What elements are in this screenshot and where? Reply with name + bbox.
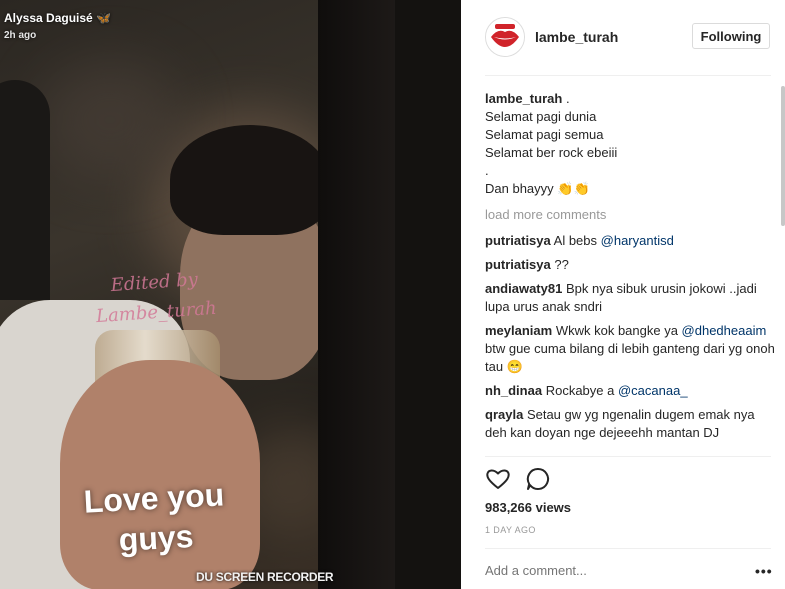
- bokeh-light: [40, 60, 180, 180]
- following-button[interactable]: Following: [692, 23, 770, 49]
- view-count: 983,266 views: [485, 500, 572, 515]
- caption-line: Selamat pagi semua: [485, 127, 604, 142]
- lips-logo-icon: [486, 18, 524, 56]
- background-person: [0, 80, 50, 300]
- comment-item: andiawaty81 Bpk nya sibuk urusin jokowi …: [485, 280, 775, 316]
- avatar[interactable]: [485, 17, 525, 57]
- post-caption: lambe_turah . Selamat pagi dunia Selamat…: [485, 90, 775, 198]
- comment-username[interactable]: putriatisya: [485, 257, 551, 272]
- comment-text: ??: [554, 257, 569, 272]
- comment-icon: [526, 467, 550, 490]
- comment-mention[interactable]: @cacanaa_: [618, 383, 688, 398]
- watermark: Edited by Lambe_turah: [95, 269, 218, 328]
- comment-button[interactable]: [525, 466, 551, 492]
- caption-line: Selamat pagi dunia: [485, 109, 597, 124]
- post-media[interactable]: Alyssa Daguisé 🦋 2h ago Edited by Lambe_…: [0, 0, 461, 589]
- comment-username[interactable]: nh_dinaa: [485, 383, 542, 398]
- comments-divider: [485, 456, 771, 457]
- dark-edge: [395, 0, 461, 589]
- comment-mention[interactable]: @haryantisd: [601, 233, 674, 248]
- like-button[interactable]: [485, 466, 511, 492]
- comment-item: putriatisya Al bebs @haryantisd: [485, 232, 775, 250]
- comment-username[interactable]: meylaniam: [485, 323, 552, 338]
- footer-divider: [485, 548, 771, 549]
- butterfly-icon: 🦋: [96, 11, 112, 25]
- story-poster-name: Alyssa Daguisé 🦋: [4, 11, 112, 25]
- video-caption: Love you guys: [82, 476, 226, 558]
- comment-item: qrayla Setau gw yg ngenalin dugem emak n…: [485, 406, 775, 442]
- hair: [170, 125, 330, 235]
- heart-icon: [486, 469, 510, 489]
- comments-scrollbar[interactable]: [781, 86, 785, 226]
- comment-item: meylaniam Wkwk kok bangke ya @dhedheaaim…: [485, 322, 775, 376]
- comment-text: Wkwk kok bangke ya: [555, 323, 682, 338]
- comment-username[interactable]: putriatisya: [485, 233, 551, 248]
- comment-item: putriatisya ??: [485, 256, 775, 274]
- header-username[interactable]: lambe_turah: [535, 29, 618, 45]
- post-sidebar: lambe_turah Following lambe_turah . Sela…: [461, 0, 785, 589]
- comment-item: nh_dinaa Rockabye a @cacanaa_: [485, 382, 775, 400]
- load-more-comments[interactable]: load more comments: [485, 206, 775, 224]
- header-divider: [485, 75, 771, 76]
- caption-line: Dan bhayyy 👏👏: [485, 181, 590, 196]
- story-time: 2h ago: [4, 30, 37, 41]
- caption-line: .: [565, 91, 570, 106]
- comment-text: btw gue cuma bilang di lebih ganteng dar…: [485, 341, 775, 374]
- comment-username[interactable]: qrayla: [485, 407, 523, 422]
- comment-text: Rockabye a: [545, 383, 618, 398]
- comment-text: Al bebs: [553, 233, 601, 248]
- caption-line: Selamat ber rock ebeiii: [485, 145, 618, 160]
- caption-line: .: [485, 163, 489, 178]
- comment-mention[interactable]: @dhedheaaim: [682, 323, 767, 338]
- recorder-label: DU SCREEN RECORDER: [196, 570, 334, 584]
- comment-username[interactable]: andiawaty81: [485, 281, 562, 296]
- caption-author[interactable]: lambe_turah: [485, 91, 562, 106]
- more-options-button[interactable]: •••: [755, 563, 773, 579]
- comment-text: Setau gw yg ngenalin dugem emak nya deh …: [485, 407, 755, 440]
- comments-list: lambe_turah . Selamat pagi dunia Selamat…: [485, 90, 775, 456]
- post-date: 1 DAY AGO: [485, 525, 536, 535]
- add-comment-input[interactable]: [485, 563, 735, 578]
- post-header: lambe_turah Following: [461, 0, 785, 74]
